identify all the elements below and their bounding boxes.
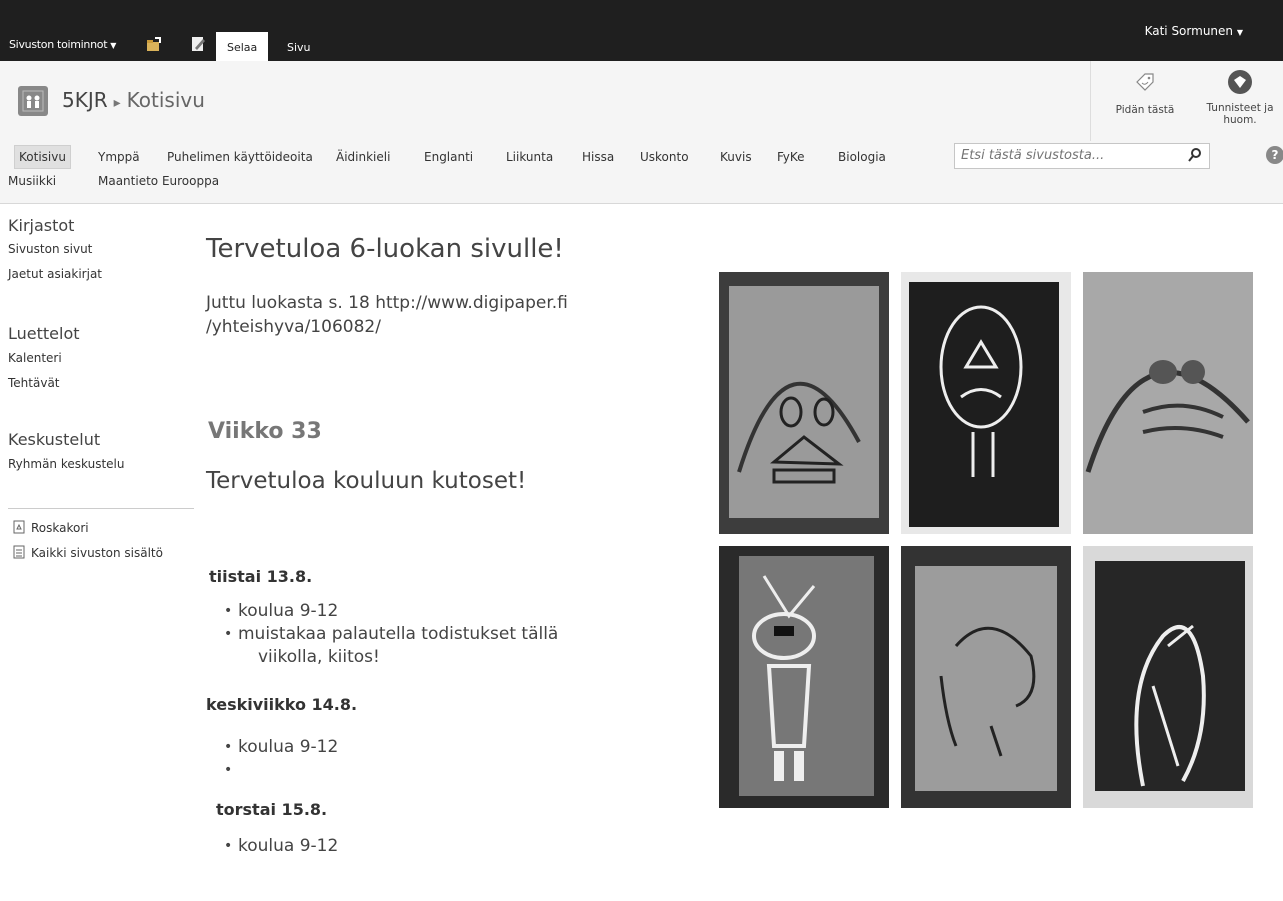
- nav-item-kuvis[interactable]: Kuvis: [720, 146, 752, 168]
- search-icon[interactable]: [1187, 147, 1203, 163]
- search-box: [954, 143, 1210, 169]
- tags-label: Tunnisteet ja: [1206, 102, 1274, 114]
- site-actions-menu[interactable]: Sivuston toiminnot ▼: [9, 38, 116, 51]
- like-label: Pidän tästä: [1115, 104, 1175, 116]
- chevron-down-icon: ▼: [110, 41, 117, 50]
- nav-item-biologia[interactable]: Biologia: [838, 146, 886, 168]
- nav-item-maantieto[interactable]: Maantieto Eurooppa: [98, 170, 219, 192]
- recycle-bin-icon: [13, 520, 25, 534]
- nav-item-englanti[interactable]: Englanti: [424, 146, 473, 168]
- site-logo-icon[interactable]: [18, 86, 48, 116]
- discussions-heading[interactable]: Keskustelut: [8, 430, 100, 449]
- shared-documents-link[interactable]: Jaetut asiakirjat: [8, 267, 102, 281]
- day-heading-tuesday: tiistai 13.8.: [209, 567, 313, 586]
- nav-item-puhelimen[interactable]: Puhelimen käyttöideoita: [167, 146, 313, 168]
- recycle-bin-link[interactable]: Roskakori: [12, 520, 89, 537]
- list-item: koulua 9-12: [224, 736, 338, 759]
- breadcrumb: 5KJR ▸ Kotisivu: [62, 88, 205, 112]
- notes-label: huom.: [1223, 114, 1257, 126]
- nav-item-musiikki[interactable]: Musiikki: [8, 170, 56, 192]
- like-button[interactable]: Pidän tästä: [1115, 61, 1175, 116]
- artwork-image-5: [901, 546, 1071, 808]
- suite-bar: Sivuston toiminnot ▼ Selaa Sivu Kati Sorm…: [0, 0, 1283, 61]
- day-heading-wednesday: keskiviikko 14.8.: [206, 695, 358, 714]
- page-title: Kotisivu: [126, 88, 205, 112]
- wednesday-list: koulua 9-12: [224, 736, 338, 782]
- list-item: koulua 9-12: [224, 600, 558, 623]
- tags-notes-button[interactable]: Tunnisteet ja huom.: [1195, 61, 1283, 126]
- lists-heading[interactable]: Luettelot: [8, 324, 80, 343]
- page-content: Tervetuloa 6-luokan sivulle! Juttu luoka…: [196, 204, 706, 901]
- artwork-image-1: [719, 272, 889, 534]
- artwork-image-4: [719, 546, 889, 808]
- article-link-line1: Juttu luokasta s. 18 http://www.digipape…: [206, 293, 568, 313]
- team-discussion-link[interactable]: Ryhmän keskustelu: [8, 457, 124, 471]
- nav-item-fyke[interactable]: FyKe: [777, 146, 805, 168]
- tags-notes-icon: [1228, 70, 1252, 94]
- divider: [8, 508, 194, 509]
- all-site-content-link[interactable]: Kaikki sivuston sisältö: [12, 545, 163, 562]
- edit-page-icon[interactable]: [190, 36, 206, 52]
- nav-item-kotisivu[interactable]: Kotisivu: [14, 145, 71, 169]
- article-link-line2: /yhteishyva/106082/: [206, 317, 381, 337]
- navigate-up-icon[interactable]: [146, 36, 162, 52]
- list-item: koulua 9-12: [224, 835, 338, 858]
- artwork-image-3: [1083, 272, 1253, 534]
- site-pages-link[interactable]: Sivuston sivut: [8, 242, 92, 256]
- social-buttons: Pidän tästä Tunnisteet ja huom.: [1090, 61, 1283, 141]
- chevron-down-icon: ▼: [1236, 28, 1243, 37]
- site-content-icon: [13, 545, 25, 559]
- list-item-continuation: viikolla, kiitos!: [258, 647, 380, 667]
- breadcrumb-arrow-icon: ▸: [113, 95, 121, 111]
- thursday-list: koulua 9-12: [224, 835, 338, 858]
- content-title: Tervetuloa 6-luokan sivulle!: [206, 234, 564, 264]
- nav-item-liikunta[interactable]: Liikunta: [506, 146, 553, 168]
- nav-item-ymppa[interactable]: Ymppä: [98, 146, 140, 168]
- nav-item-hissa[interactable]: Hissa: [582, 146, 614, 168]
- site-title-link[interactable]: 5KJR: [62, 88, 108, 112]
- help-icon[interactable]: ?: [1266, 146, 1283, 164]
- libraries-heading[interactable]: Kirjastot: [8, 216, 74, 235]
- week-heading: Viikko 33: [208, 419, 322, 444]
- recycle-bin-label: Roskakori: [31, 521, 89, 535]
- list-item: muistakaa palautella todistukset tällä: [224, 623, 558, 646]
- nav-item-aidinkieli[interactable]: Äidinkieli: [336, 146, 390, 168]
- tab-page[interactable]: Sivu: [276, 32, 322, 61]
- list-item: [224, 759, 338, 782]
- like-tag-icon: [1136, 73, 1154, 91]
- day-heading-thursday: torstai 15.8.: [216, 800, 328, 819]
- artwork-image-6: [1083, 546, 1253, 808]
- search-input[interactable]: [955, 144, 1167, 167]
- nav-item-uskonto[interactable]: Uskonto: [640, 146, 689, 168]
- site-actions-label: Sivuston toiminnot: [9, 38, 108, 51]
- tab-browse[interactable]: Selaa: [216, 32, 269, 61]
- user-name: Kati Sormunen: [1144, 24, 1234, 38]
- tuesday-list: koulua 9-12 muistakaa palautella todistu…: [224, 600, 558, 646]
- tasks-link[interactable]: Tehtävät: [8, 376, 60, 390]
- artwork-image-2: [901, 272, 1071, 534]
- welcome-heading: Tervetuloa kouluun kutoset!: [206, 468, 527, 494]
- user-menu[interactable]: Kati Sormunen ▼: [1145, 24, 1243, 38]
- quick-launch: Kirjastot Sivuston sivut Jaetut asiakirj…: [0, 204, 195, 604]
- all-site-content-label: Kaikki sivuston sisältö: [31, 546, 163, 560]
- calendar-link[interactable]: Kalenteri: [8, 351, 62, 365]
